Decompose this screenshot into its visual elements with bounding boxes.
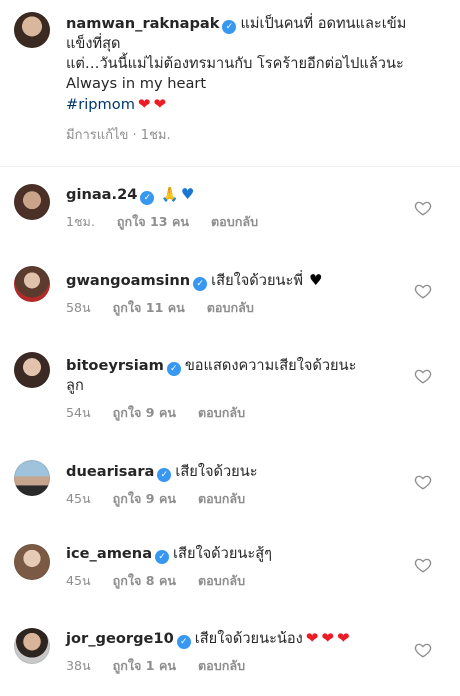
comment-time: 45น: [66, 491, 91, 506]
comment-likes[interactable]: ถูกใจ 8 คน: [113, 573, 176, 588]
like-button[interactable]: [414, 473, 436, 493]
comment: jor_george10 ✓ เสียใจด้วยนะน้อง ❤ ❤ ❤ 38น ถูกใ…: [66, 628, 406, 676]
caption-username[interactable]: namwan_raknapak: [66, 15, 219, 32]
comment-likes[interactable]: ถูกใจ 9 คน: [113, 491, 176, 506]
comment-username[interactable]: ice_amena: [66, 545, 152, 562]
reply-button[interactable]: ตอบกลับ: [211, 214, 258, 229]
reply-button[interactable]: ตอบกลับ: [198, 573, 245, 588]
comment-text: เสียใจด้วยนะสู้ๆ: [173, 545, 272, 562]
comment-username[interactable]: bitoeyrsiam: [66, 357, 164, 374]
verified-badge-icon: ✓: [140, 191, 155, 205]
caption-text-line4: Always in my heart: [66, 75, 207, 92]
like-button[interactable]: [414, 556, 436, 576]
comment-text: เสียใจด้วยนะน้อง: [194, 630, 303, 647]
verified-badge-icon: ✓: [166, 362, 181, 376]
comment: ice_amena ✓ เสียใจด้วยนะสู้ๆ 45น ถูกใจ 8 คน…: [66, 544, 406, 591]
verified-badge-icon: ✓: [193, 277, 208, 291]
reply-button[interactable]: ตอบกลับ: [198, 491, 245, 506]
comment-time: 38น: [66, 658, 91, 673]
caption-text-line3: แต่…วันนี้แม่ไม่ต้องทรมานกับ โรคร้ายอีกต…: [66, 55, 404, 72]
comment: bitoeyrsiam ✓ ขอแสดงความเสียใจด้วยนะ ลูก 5…: [66, 356, 406, 423]
avatar[interactable]: [14, 352, 50, 388]
avatar[interactable]: [14, 184, 50, 220]
comment: duearisara ✓ เสียใจด้วยนะ 45น ถูกใจ 9 คน ตอบ…: [66, 462, 406, 509]
heart-outline-icon: [414, 201, 432, 216]
red-heart-icon: ❤: [153, 95, 167, 113]
comment: gwangoamsinn ✓ เสียใจด้วยนะพี่ ♥ 58น ถูกใจ 1…: [66, 270, 406, 318]
caption-text-line2: แข็งที่สุด: [66, 35, 121, 52]
comment-likes[interactable]: ถูกใจ 13 คน: [117, 214, 189, 229]
avatar[interactable]: [14, 628, 50, 664]
comment-username[interactable]: jor_george10: [66, 630, 174, 647]
avatar[interactable]: [14, 460, 50, 496]
comment-text: เสียใจด้วยนะ: [175, 463, 258, 480]
post-caption: namwan_raknapak ✓ แม่เป็นคนที่ อดทนและเข้ม…: [66, 14, 446, 145]
comment-text: เสียใจด้วยนะพี่: [211, 272, 303, 289]
reply-button[interactable]: ตอบกลับ: [207, 300, 254, 315]
comment-likes[interactable]: ถูกใจ 11 คน: [113, 300, 185, 315]
avatar[interactable]: [14, 544, 50, 580]
like-button[interactable]: [414, 367, 436, 387]
red-heart-icon: ❤: [321, 629, 334, 647]
red-heart-icon: ❤: [305, 629, 319, 647]
verified-badge-icon: ✓: [157, 468, 172, 482]
heart-outline-icon: [414, 475, 432, 490]
verified-badge-icon: ✓: [222, 20, 237, 34]
caption-text-line1: แม่เป็นคนที่ อดทนและเข้ม: [240, 15, 407, 32]
reply-button[interactable]: ตอบกลับ: [198, 658, 245, 673]
comment-time: 58น: [66, 300, 91, 315]
comment-time: 1ชม.: [66, 214, 95, 229]
comment-username[interactable]: duearisara: [66, 463, 154, 480]
verified-badge-icon: ✓: [176, 635, 191, 649]
heart-outline-icon: [414, 643, 432, 658]
hashtag-link[interactable]: #ripmom: [66, 96, 135, 113]
pray-icon: 🙏: [161, 187, 179, 203]
like-button[interactable]: [414, 199, 436, 219]
comment-likes[interactable]: ถูกใจ 1 คน: [113, 658, 176, 673]
comment-username[interactable]: gwangoamsinn: [66, 272, 190, 289]
blue-heart-icon: ♥: [180, 185, 195, 203]
comment-time: 45น: [66, 573, 91, 588]
heart-outline-icon: [414, 558, 432, 573]
comment-text-line2: ลูก: [66, 377, 84, 394]
verified-badge-icon: ✓: [155, 550, 170, 564]
avatar[interactable]: [14, 12, 50, 48]
comment-text: ขอแสดงความเสียใจด้วยนะ: [184, 357, 357, 374]
black-heart-icon: ♥: [308, 271, 323, 289]
heart-outline-icon: [414, 284, 432, 299]
avatar[interactable]: [14, 266, 50, 302]
divider: [0, 166, 460, 167]
like-button[interactable]: [414, 282, 436, 302]
heart-outline-icon: [414, 369, 432, 384]
comment-time: 54น: [66, 405, 91, 420]
comment-username[interactable]: ginaa.24: [66, 186, 137, 203]
comment: ginaa.24 ✓ 🙏 ♥ 1ชม. ถูกใจ 13 คน ตอบกลับ: [66, 184, 406, 232]
comment-likes[interactable]: ถูกใจ 9 คน: [113, 405, 176, 420]
red-heart-icon: ❤: [137, 95, 151, 113]
reply-button[interactable]: ตอบกลับ: [198, 405, 245, 420]
red-heart-icon: ❤: [336, 629, 350, 647]
caption-meta: มีการแก้ไข · 1ชม.: [66, 128, 171, 143]
like-button[interactable]: [414, 641, 436, 661]
